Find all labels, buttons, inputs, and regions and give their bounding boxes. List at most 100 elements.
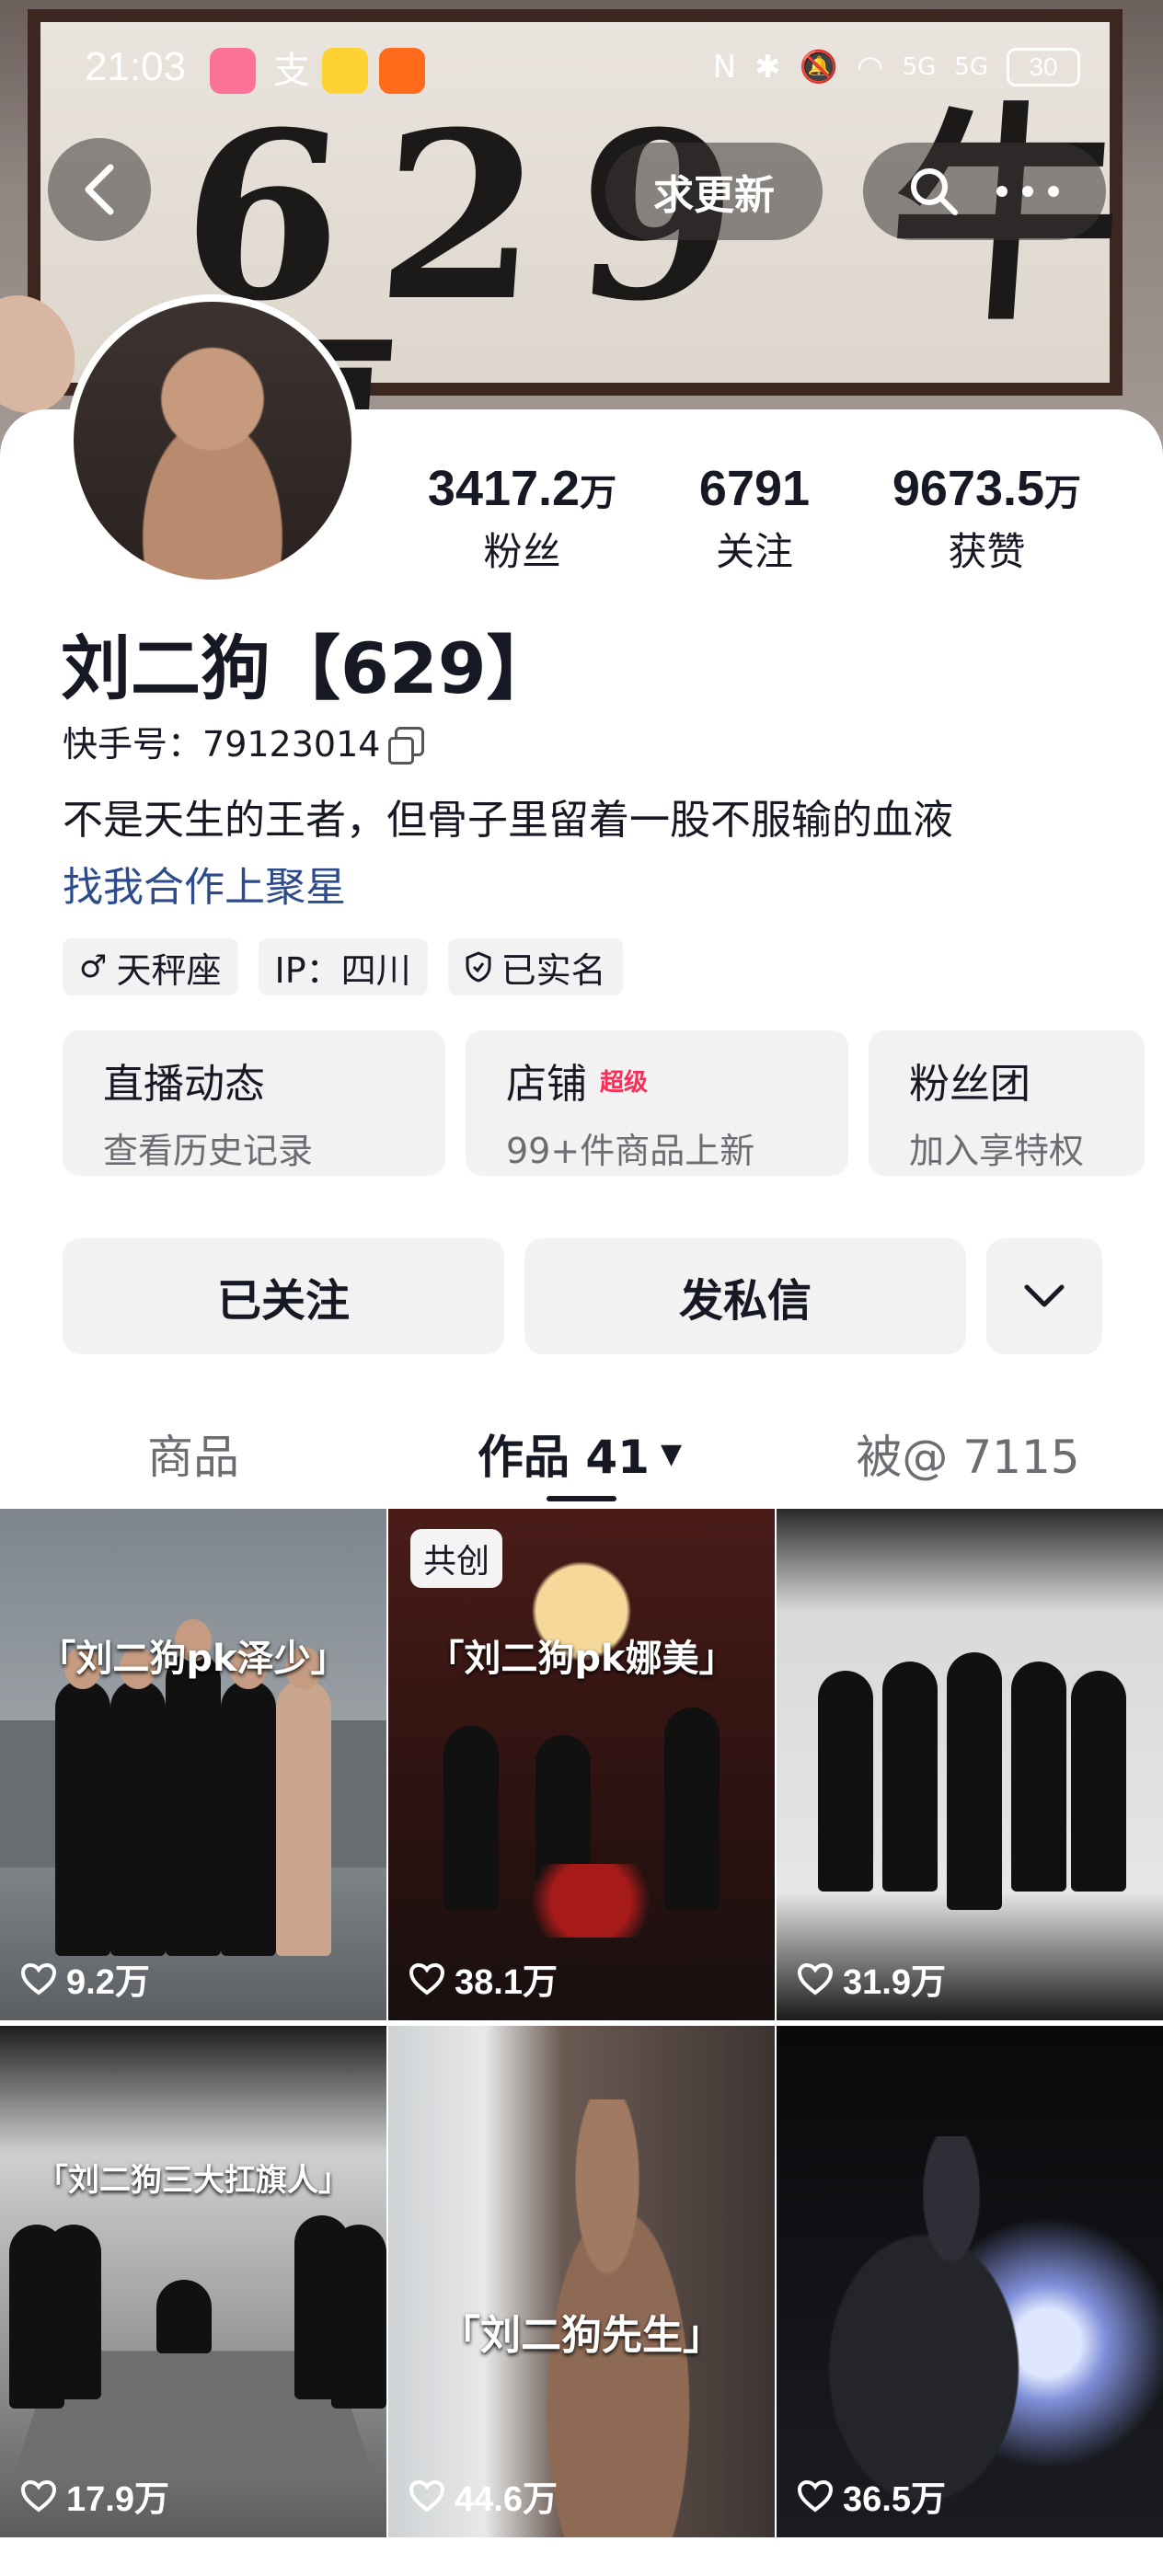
stat-value: 6791	[698, 461, 811, 516]
more-icon[interactable]	[993, 182, 1063, 201]
header-tools	[863, 143, 1106, 240]
video-tile[interactable]: 36.5万	[777, 2026, 1163, 2537]
tag-label: 已实名	[501, 949, 606, 991]
action-buttons: 已关注 发私信	[63, 1238, 1102, 1354]
likes-count: 38.1万	[455, 1963, 558, 2002]
heart-icon	[20, 1962, 57, 1995]
search-icon[interactable]	[906, 164, 961, 219]
card-title: 粉丝团	[909, 1051, 1145, 1110]
tab-mentions[interactable]: 被@ 7115	[773, 1408, 1163, 1500]
bluetooth-icon: ✱	[754, 49, 781, 86]
video-tile[interactable]: 共创 「刘二狗pk娜美」 38.1万	[388, 1509, 775, 2020]
card-title: 店铺 超级	[506, 1051, 808, 1110]
shop-card[interactable]: 店铺 超级 99+件商品上新	[466, 1030, 848, 1176]
followed-button[interactable]: 已关注	[63, 1238, 504, 1354]
heart-icon	[20, 2479, 57, 2513]
card-title-text: 粉丝团	[909, 1061, 1031, 1108]
back-button[interactable]	[48, 138, 151, 241]
request-update-button[interactable]: 求更新	[605, 143, 823, 240]
video-caption: 「刘二狗pk泽少」	[39, 1638, 348, 1680]
card-subtitle: 加入享特权	[909, 1131, 1085, 1171]
video-likes: 38.1万	[409, 1953, 558, 2004]
content-tabs: 商品 作品 41 ▼ 被@ 7115	[0, 1408, 1163, 1500]
profile-name: 刘二狗【629】	[61, 627, 557, 709]
likes-count: 9.2万	[66, 1963, 150, 2002]
video-likes: 9.2万	[20, 1953, 150, 2004]
profile-stats: 3417.2万 粉丝 6791 关注 9673.5万 获赞	[386, 460, 1123, 577]
likes-count: 31.9万	[843, 1963, 946, 2002]
tab-works[interactable]: 作品 41 ▼	[386, 1408, 773, 1500]
video-grid: 「刘二狗pk泽少」 9.2万 共创 「刘二狗pk娜美」 38.1万 31.9万	[0, 1509, 1163, 2537]
profile-tags: ♂ 天秤座 IP：四川 已实名	[63, 938, 623, 995]
nfc-icon: N	[712, 49, 737, 86]
chevron-left-icon	[85, 164, 114, 215]
stat-value: 3417.2	[427, 461, 581, 516]
male-icon: ♂	[79, 949, 108, 985]
video-caption: 「刘二狗pk娜美」	[427, 1638, 736, 1680]
signal-icon-2: 5G	[954, 53, 988, 81]
tab-label: 作品 41	[477, 1431, 650, 1484]
wifi-icon: ◠	[856, 49, 884, 86]
video-likes: 44.6万	[409, 2470, 558, 2521]
tag-verified: 已实名	[447, 938, 623, 995]
account-id-row: 快手号：79123014	[63, 716, 425, 766]
stat-unit: 万	[1044, 473, 1082, 513]
video-tile[interactable]: 「刘二狗三大扛旗人」 17.9万	[0, 2026, 386, 2537]
signal-icon: 5G	[902, 53, 937, 81]
tag-ip: IP：四川	[258, 938, 428, 995]
stat-followers[interactable]: 3417.2万 粉丝	[428, 460, 616, 577]
profile-bio: 不是天生的王者，但骨子里留着一股不服输的血液	[63, 797, 953, 844]
card-title: 直播动态	[103, 1051, 405, 1110]
weibo-icon	[322, 48, 368, 94]
mute-icon: 🔕	[799, 49, 838, 86]
expand-button[interactable]	[986, 1238, 1102, 1354]
cooperation-link[interactable]: 找我合作上聚星	[63, 854, 346, 913]
likes-count: 36.5万	[843, 2480, 946, 2519]
stat-label: 粉丝	[483, 529, 561, 574]
co-creation-badge: 共创	[410, 1529, 503, 1588]
tag-label: 天秤座	[116, 949, 222, 991]
feature-cards: 直播动态 查看历史记录 店铺 超级 99+件商品上新 粉丝团 加入享特权	[63, 1030, 1145, 1176]
likes-count: 17.9万	[66, 2480, 169, 2519]
tab-indicator	[547, 1496, 616, 1501]
heart-icon	[409, 1962, 445, 1995]
avatar[interactable]	[66, 294, 359, 587]
stat-following[interactable]: 6791 关注	[699, 460, 810, 577]
send-message-button[interactable]: 发私信	[524, 1238, 966, 1354]
live-history-card[interactable]: 直播动态 查看历史记录	[63, 1030, 445, 1176]
alipay-icon: 支	[273, 50, 310, 92]
heart-icon	[797, 2479, 834, 2513]
tab-products[interactable]: 商品	[0, 1408, 386, 1500]
video-likes: 17.9万	[20, 2470, 169, 2521]
motorcycle-shape	[813, 2136, 1089, 2523]
card-title-text: 直播动态	[103, 1061, 265, 1108]
likes-count: 44.6万	[455, 2480, 558, 2519]
video-likes: 36.5万	[797, 2470, 946, 2521]
table-flowers	[499, 1864, 683, 1938]
fan-club-card[interactable]: 粉丝团 加入享特权	[869, 1030, 1145, 1176]
chevron-down-icon	[1024, 1284, 1065, 1307]
card-subtitle: 99+件商品上新	[506, 1131, 755, 1171]
stat-value: 9673.5	[892, 461, 1045, 516]
card-subtitle: 查看历史记录	[103, 1131, 314, 1171]
super-badge: 超级	[600, 1068, 649, 1097]
video-caption: 「刘二狗先生」	[440, 2312, 723, 2359]
bilibili-icon	[210, 48, 256, 94]
video-tile[interactable]: 「刘二狗先生」 44.6万	[388, 2026, 775, 2537]
video-tile[interactable]: 「刘二狗pk泽少」 9.2万	[0, 1509, 386, 2020]
copy-icon[interactable]	[388, 726, 425, 765]
video-tile[interactable]: 31.9万	[777, 1509, 1163, 2020]
shield-icon	[466, 951, 491, 983]
card-title-text: 店铺	[506, 1061, 587, 1108]
stat-label: 关注	[715, 529, 793, 574]
video-likes: 31.9万	[797, 1953, 946, 2004]
battery-icon: 30	[1007, 48, 1080, 86]
stat-likes[interactable]: 9673.5万 获赞	[892, 460, 1081, 577]
status-bar: 21:03 支 N ✱ 🔕 ◠ 5G 5G 30	[0, 37, 1163, 110]
stat-label: 获赞	[948, 529, 1026, 574]
tag-label: IP：四川	[274, 949, 411, 991]
heart-icon	[797, 1962, 834, 1995]
status-time: 21:03	[85, 44, 187, 89]
mail-icon	[379, 48, 425, 94]
tag-zodiac: ♂ 天秤座	[63, 938, 238, 995]
